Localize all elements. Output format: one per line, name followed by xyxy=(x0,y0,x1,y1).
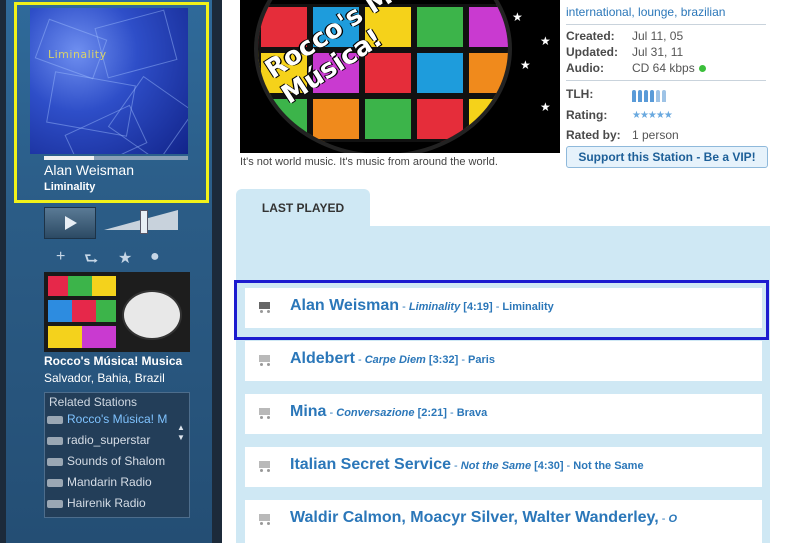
track-song-link[interactable]: Brava xyxy=(457,407,488,419)
now-playing-highlight xyxy=(14,2,209,203)
track-album-link[interactable]: Carpe Diem xyxy=(365,354,426,366)
created-label: Created: xyxy=(566,29,615,43)
track-line: Waldir Calmon, Moacyr Silver, Walter Wan… xyxy=(290,509,678,526)
rating-label: Rating: xyxy=(566,108,608,122)
track-row: Italian Secret Service - Not the Same [4… xyxy=(245,447,762,487)
genre-link[interactable]: international, lounge, brazilian xyxy=(566,5,725,19)
track-row: Mina - Conversazione [2:21] - Brava xyxy=(245,394,762,434)
related-station-item[interactable]: Rocco's Música! M xyxy=(47,412,177,430)
audio-value-wrap: CD 64 kbps xyxy=(632,61,706,75)
star-decoration-icon: ★ xyxy=(512,10,523,24)
divider xyxy=(566,80,766,81)
related-station-label: Rocco's Música! M xyxy=(67,412,168,426)
tlh-row: TLH: xyxy=(566,87,593,101)
track-album-link[interactable]: Not the Same xyxy=(461,460,531,472)
cart-icon[interactable] xyxy=(257,354,271,366)
add-icon[interactable]: + xyxy=(56,248,65,266)
play-icon xyxy=(65,216,77,230)
track-highlight xyxy=(234,280,769,340)
related-station-label: radio_superstar xyxy=(67,433,151,447)
track-line: Italian Secret Service - Not the Same [4… xyxy=(290,456,644,473)
track-row: Aldebert - Carpe Diem [3:32] - Paris xyxy=(245,341,762,381)
related-station-item[interactable]: Mandarin Radio xyxy=(47,475,177,493)
track-artist-link[interactable]: Aldebert xyxy=(290,350,355,367)
chat-icon[interactable]: ● xyxy=(150,248,160,266)
created-row: Created: Jul 11, 05 xyxy=(566,29,683,43)
radio-icon xyxy=(47,436,63,445)
audio-label: Audio: xyxy=(566,61,604,75)
rating-row: Rating: xyxy=(566,108,607,122)
track-album-link[interactable]: Conversazione xyxy=(336,407,414,419)
related-scroll-arrows[interactable]: ▲ ▼ xyxy=(177,423,187,447)
track-album-link[interactable]: O xyxy=(669,513,678,525)
track-line: Mina - Conversazione [2:21] - Brava xyxy=(290,403,488,420)
track-song-link[interactable]: Not the Same xyxy=(573,460,643,472)
radio-icon xyxy=(47,415,63,424)
track-duration: [2:21] xyxy=(417,407,447,419)
related-station-item[interactable]: radio_superstar xyxy=(47,433,177,451)
related-station-item[interactable]: Sounds of Shalom xyxy=(47,454,177,472)
player-actions: + ⮑ ★ ● xyxy=(48,248,188,268)
tab-last-played[interactable]: LAST PLAYED xyxy=(236,189,370,227)
cartoon-face-icon xyxy=(122,290,182,340)
cart-icon[interactable] xyxy=(257,513,271,525)
track-artist-link[interactable]: Italian Secret Service xyxy=(290,456,451,473)
station-location: Salvador, Bahia, Brazil xyxy=(44,371,165,385)
related-station-label: Sounds of Shalom xyxy=(67,454,166,468)
updated-value: Jul 31, 11 xyxy=(632,45,684,59)
play-button[interactable] xyxy=(44,207,96,239)
created-value: Jul 11, 05 xyxy=(632,29,684,43)
cart-icon[interactable] xyxy=(257,407,271,419)
track-artist-link[interactable]: Mina xyxy=(290,403,326,420)
rated-by-label: Rated by: xyxy=(566,128,621,142)
station-banner-image: Rocco's Música! Música! ★ ★ ★ ★ xyxy=(240,0,560,153)
updated-row: Updated: Jul 31, 11 xyxy=(566,45,683,59)
last-played-panel xyxy=(236,226,770,543)
tlh-meter-icon xyxy=(632,89,668,107)
track-artist-link[interactable]: Waldir Calmon, Moacyr Silver, Walter Wan… xyxy=(290,509,659,526)
status-dot-icon xyxy=(698,65,706,73)
star-decoration-icon: ★ xyxy=(520,58,531,72)
tlh-label: TLH: xyxy=(566,87,594,101)
star-decoration-icon: ★ xyxy=(540,100,551,114)
rated-by-value: 1 person xyxy=(632,128,679,142)
related-stations-title: Related Stations xyxy=(49,395,138,409)
related-station-label: Hairenik Radio xyxy=(67,496,146,510)
track-duration: [4:30] xyxy=(534,460,564,472)
related-station-label: Mandarin Radio xyxy=(67,475,152,489)
related-stations-list: Related Stations Rocco's Música! M radio… xyxy=(44,392,190,518)
genre-links: international, lounge, brazilian xyxy=(566,0,766,25)
station-name[interactable]: Rocco's Música! Musica xyxy=(44,354,192,368)
audio-row: Audio: CD 64 kbps xyxy=(566,61,706,75)
rated-by-row: Rated by: 1 person xyxy=(566,128,679,142)
updated-label: Updated: xyxy=(566,45,618,59)
track-song-link[interactable]: Paris xyxy=(468,354,495,366)
cart-icon[interactable] xyxy=(257,460,271,472)
vip-support-button[interactable]: Support this Station - Be a VIP! xyxy=(566,146,768,168)
banner-caption: It's not world music. It's music from ar… xyxy=(240,156,498,168)
share-icon[interactable]: ⮑ xyxy=(84,248,98,275)
volume-handle[interactable] xyxy=(140,210,148,234)
audio-value: CD 64 kbps xyxy=(632,61,695,75)
station-logo-thumbnail[interactable] xyxy=(44,272,190,352)
star-icon[interactable]: ★ xyxy=(118,248,132,268)
volume-slider[interactable] xyxy=(104,210,182,236)
rating-stars-icon[interactable]: ★★★★★ xyxy=(632,110,673,121)
related-station-item[interactable]: Hairenik Radio xyxy=(47,496,177,514)
track-line: Aldebert - Carpe Diem [3:32] - Paris xyxy=(290,350,495,367)
radio-icon xyxy=(47,457,63,466)
track-duration: [3:32] xyxy=(428,354,459,366)
radio-icon xyxy=(47,478,63,487)
radio-icon xyxy=(47,499,63,508)
star-decoration-icon: ★ xyxy=(540,34,551,48)
track-row: Waldir Calmon, Moacyr Silver, Walter Wan… xyxy=(245,500,762,543)
